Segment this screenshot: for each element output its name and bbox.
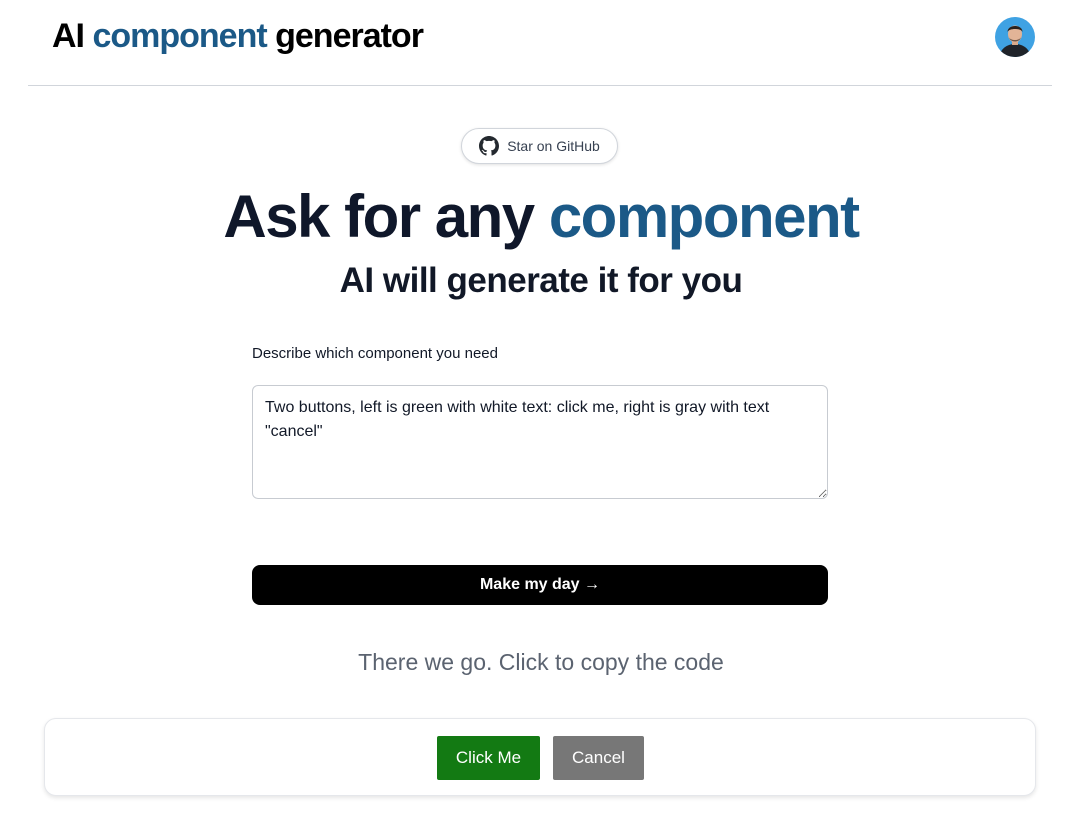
user-avatar[interactable] [995, 17, 1035, 57]
preview-click-me-button[interactable]: Click Me [437, 736, 540, 780]
component-description-input[interactable]: Two buttons, left is green with white te… [252, 385, 828, 499]
hero-title-start: Ask for any [223, 183, 549, 250]
hero-title-accent: component [548, 183, 860, 250]
hero-subtitle: AI will generate it for you [339, 261, 743, 300]
brand-text-start: AI [52, 17, 93, 55]
generated-component-preview[interactable]: Click Me Cancel [44, 718, 1036, 796]
make-my-day-button[interactable]: Make my day → [252, 565, 828, 605]
avatar-image [995, 17, 1035, 57]
prompt-label: Describe which component you need [252, 345, 498, 362]
brand-text-end: generator [266, 17, 424, 55]
site-header: AI component generator [28, 0, 1052, 86]
github-icon [479, 136, 500, 156]
preview-cancel-button[interactable]: Cancel [553, 736, 644, 780]
hero-title: Ask for any component [0, 182, 1082, 251]
result-message: There we go. Click to copy the code [358, 649, 724, 675]
star-on-github-label: Star on GitHub [507, 138, 600, 154]
brand-text-accent: component [92, 17, 267, 55]
star-on-github-button[interactable]: Star on GitHub [461, 128, 618, 164]
brand-logo[interactable]: AI component generator [52, 17, 424, 56]
